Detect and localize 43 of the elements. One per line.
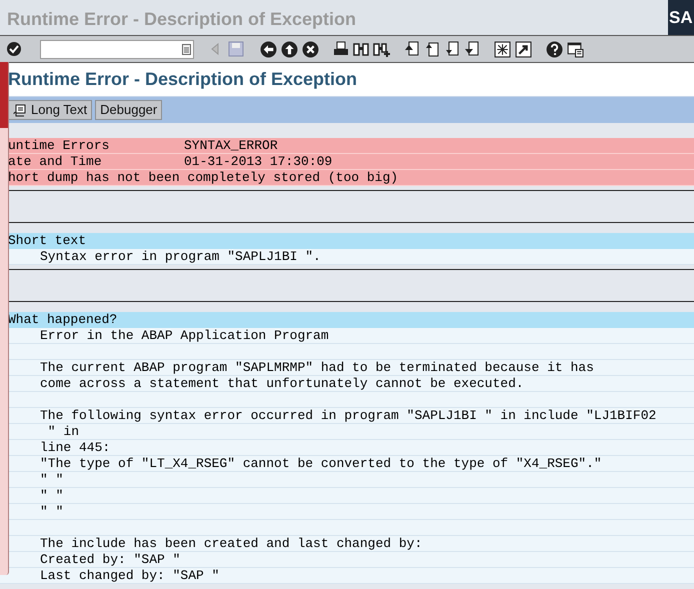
new-session-icon[interactable] (494, 40, 511, 58)
previous-page-icon[interactable] (424, 41, 440, 57)
window-title: Runtime Error - Description of Exception (6, 8, 358, 31)
binoculars-plus-icon[interactable] (373, 41, 390, 57)
cancel-icon[interactable] (302, 40, 319, 58)
dump-text-line: " " (40, 472, 64, 487)
section-heading: Short text (8, 233, 86, 248)
alert-label: hort dump has not been completely stored (too big) (8, 170, 398, 185)
dump-text-line: " " (40, 488, 64, 503)
dump-text-line: Syntax error in program "SAPLJ1BI ". (40, 249, 321, 264)
print-icon[interactable] (333, 41, 349, 57)
screen-title: Runtime Error - Description of Exception (8, 68, 358, 91)
dropdown-icon[interactable] (182, 44, 191, 54)
layout-menu-icon[interactable] (567, 40, 584, 58)
binoculars-icon[interactable] (353, 41, 369, 57)
alert-label: ate and Time (8, 154, 103, 169)
dump-text-line: " " (40, 504, 64, 519)
dump-text-line: The following syntax error occurred in program "SAPLJ1BI " in include "LJ1BIF02 (40, 408, 656, 423)
dump-text-line: The current ABAP program "SAPLMRMP" had to be terminated because it has (40, 360, 594, 375)
dump-text-line: Created by: "SAP " (40, 552, 180, 567)
dump-text-line: Last changed by: "SAP " (40, 568, 220, 583)
toolbar-button[interactable]: Long Text (8, 100, 92, 120)
last-page-icon[interactable] (464, 41, 480, 57)
dump-text-line: Error in the ABAP Application Program (40, 328, 329, 343)
check-icon[interactable] (6, 41, 22, 57)
shortcut-icon[interactable] (515, 40, 532, 58)
help-icon[interactable] (546, 40, 563, 58)
logo: SA (668, 0, 694, 35)
back-icon[interactable] (260, 40, 277, 58)
dump-text-line: come across a statement that unfortunately cannot be executed. (40, 376, 524, 391)
command-field[interactable] (40, 40, 194, 58)
dump-text-line: line 445: (40, 440, 110, 455)
dump-text-line: "The type of "LT_X4_RSEG" cannot be converted to the type of "X4_RSEG"." (40, 456, 602, 471)
dump-text-line: The include has been created and last changed by: (40, 536, 422, 551)
first-page-icon[interactable] (404, 41, 420, 57)
next-page-icon[interactable] (444, 41, 460, 57)
alert-value: 01-31-2013 17:30:09 (184, 154, 332, 169)
alert-label: untime Errors (8, 138, 110, 153)
section-heading: What happened? (8, 312, 118, 327)
toolbar-button[interactable]: Debugger (95, 100, 162, 120)
alert-value: SYNTAX_ERROR (184, 138, 278, 153)
dump-text-line: " in (46, 424, 80, 439)
save-icon[interactable] (228, 41, 244, 57)
